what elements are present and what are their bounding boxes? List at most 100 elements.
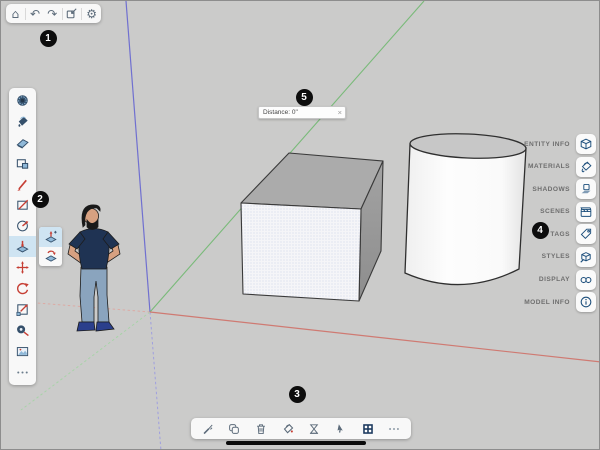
scale-tool-button[interactable] — [9, 299, 36, 320]
display-button[interactable] — [576, 270, 596, 290]
panel-row-styles: STYLES — [524, 247, 596, 267]
select-tool-button[interactable] — [9, 90, 36, 111]
line-tool-button[interactable] — [9, 174, 36, 195]
materials-button[interactable] — [576, 157, 596, 177]
panel-row-display: DISPLAY — [524, 270, 596, 290]
red-axis — [150, 312, 600, 362]
image-tool-icon — [15, 344, 30, 359]
more-tools-button[interactable] — [9, 362, 36, 383]
undo-icon: ↶ — [30, 8, 40, 20]
home-indicator[interactable] — [226, 441, 366, 446]
display-label: DISPLAY — [539, 276, 570, 283]
panel-row-scenes: SCENES — [524, 202, 596, 222]
tags-button[interactable] — [576, 224, 596, 244]
cursor-icon — [334, 422, 347, 435]
redo-button[interactable]: ↷ — [44, 5, 60, 22]
model-info-button[interactable] — [576, 292, 596, 312]
scenes-icon — [579, 205, 593, 219]
cursor-button[interactable] — [331, 419, 351, 438]
shapes-tool-button[interactable] — [9, 153, 36, 174]
flip-button[interactable] — [304, 419, 324, 438]
paint-tool-button[interactable] — [9, 111, 36, 132]
blue-axis — [126, 1, 150, 312]
copy-icon — [227, 422, 241, 436]
arc-tool-button[interactable] — [9, 215, 36, 236]
panel-row-model-info: MODEL INFO — [524, 292, 596, 312]
brush-icon — [201, 422, 215, 436]
materials-icon — [579, 160, 593, 174]
tape-measure-tool-icon — [15, 323, 30, 338]
pattern-button[interactable] — [358, 419, 378, 438]
paint-icon — [281, 422, 295, 436]
entity-info-button[interactable] — [576, 134, 596, 154]
left-toolbar — [9, 88, 36, 385]
home-icon: ⌂ — [12, 8, 20, 20]
toolbar-separator — [25, 8, 26, 20]
styles-button[interactable] — [576, 247, 596, 267]
more-button[interactable] — [384, 419, 404, 438]
panel-row-entity-info: ENTITY INFO — [524, 134, 596, 154]
shadows-button[interactable] — [576, 179, 596, 199]
undo-button[interactable]: ↶ — [27, 5, 43, 22]
styles-label: STYLES — [542, 253, 570, 260]
rectangle-tool-icon — [15, 197, 30, 212]
close-icon[interactable]: × — [338, 108, 345, 117]
panel-row-materials: MATERIALS — [524, 157, 596, 177]
home-button[interactable]: ⌂ — [7, 5, 23, 22]
move-tool-button[interactable] — [9, 257, 36, 278]
tape-measure-tool-button[interactable] — [9, 320, 36, 341]
eraser-tool-button[interactable] — [9, 132, 36, 153]
model-info-label: MODEL INFO — [524, 299, 570, 306]
paint-tool-icon — [15, 114, 30, 129]
display-icon — [579, 273, 593, 287]
settings-icon: ⚙ — [86, 8, 97, 20]
box-front-face-selected[interactable] — [241, 203, 361, 301]
callout-badge-2: 2 — [32, 191, 49, 208]
person-figure[interactable] — [68, 205, 120, 331]
settings-button[interactable]: ⚙ — [84, 5, 100, 22]
shadows-label: SHADOWS — [532, 186, 570, 193]
select-tool-icon — [15, 93, 30, 108]
model-viewport[interactable] — [1, 1, 600, 450]
push-pull-variant-icon — [44, 230, 58, 244]
shapes-tool-icon — [15, 156, 30, 171]
copy-button[interactable] — [224, 419, 244, 438]
more-tools-icon — [15, 365, 30, 380]
callout-badge-4: 4 — [532, 222, 549, 239]
panel-row-shadows: SHADOWS — [524, 179, 596, 199]
export-button[interactable] — [64, 5, 80, 22]
redo-icon: ↷ — [47, 8, 57, 20]
callout-badge-1: 1 — [40, 30, 57, 47]
box-top-face[interactable] — [241, 153, 383, 209]
tags-icon — [579, 227, 593, 241]
toolbar-separator — [81, 8, 82, 20]
scenes-label: SCENES — [540, 208, 570, 215]
brush-button[interactable] — [198, 419, 218, 438]
arc-tool-icon — [15, 218, 30, 233]
offset-variant-button[interactable] — [39, 247, 62, 267]
offset-variant-icon — [44, 249, 58, 263]
blue-axis-negative — [150, 312, 161, 450]
export-icon — [65, 7, 78, 20]
flip-icon — [307, 422, 321, 436]
shadows-icon — [579, 182, 593, 196]
push-pull-tool-icon — [15, 239, 30, 254]
entity-info-icon — [579, 137, 593, 151]
image-tool-button[interactable] — [9, 341, 36, 362]
materials-label: MATERIALS — [528, 163, 570, 170]
model-info-icon — [579, 295, 593, 309]
cylinder[interactable] — [405, 131, 526, 284]
tags-label: TAGS — [550, 231, 570, 238]
rotate-tool-icon — [15, 281, 30, 296]
paint-button[interactable] — [278, 419, 298, 438]
measurement-box[interactable]: Distance: 0" × — [258, 106, 346, 119]
sketchup-app-window: ⌂ ↶ ↷ ⚙ — [0, 0, 600, 450]
bottom-toolbar — [191, 418, 411, 439]
scenes-button[interactable] — [576, 202, 596, 222]
push-pull-variant-button[interactable] — [39, 227, 62, 247]
push-pull-tool-button[interactable] — [9, 236, 36, 257]
rotate-tool-button[interactable] — [9, 278, 36, 299]
rectangular-box[interactable] — [241, 153, 383, 301]
delete-button[interactable] — [251, 419, 271, 438]
cylinder-body[interactable] — [405, 144, 526, 285]
